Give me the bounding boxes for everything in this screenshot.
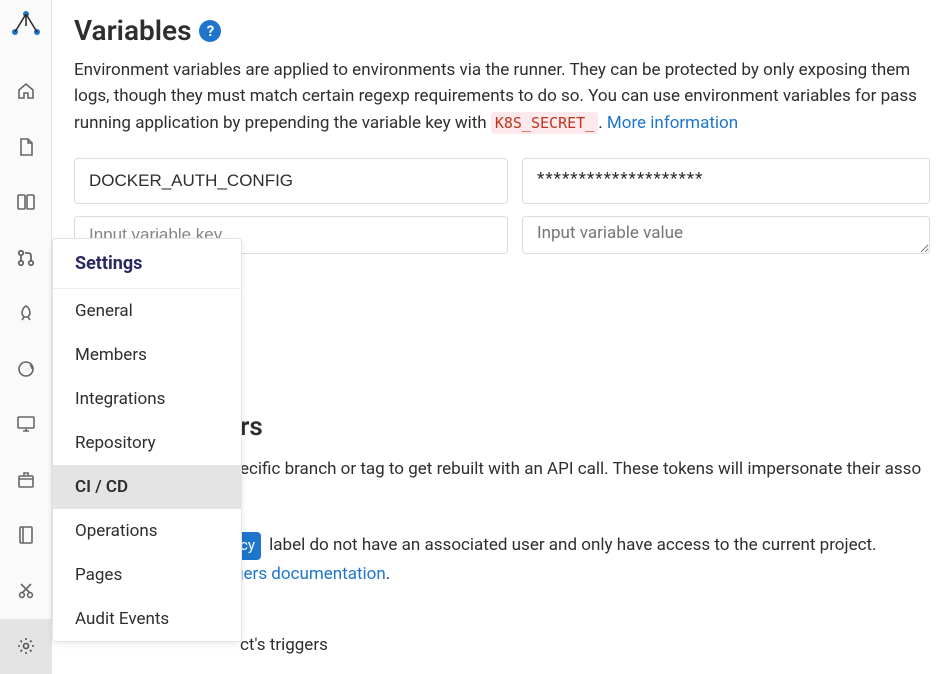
variables-heading: Variables ?: [74, 14, 938, 47]
flyout-item-integrations[interactable]: Integrations: [53, 377, 241, 421]
flyout-item-audit-events[interactable]: Audit Events: [53, 597, 241, 641]
flyout-item-repository[interactable]: Repository: [53, 421, 241, 465]
flyout-item-operations[interactable]: Operations: [53, 509, 241, 553]
home-icon[interactable]: [0, 64, 52, 119]
settings-icon[interactable]: [0, 619, 52, 674]
flyout-item-members[interactable]: Members: [53, 333, 241, 377]
help-icon[interactable]: ?: [199, 20, 221, 42]
flyout-title[interactable]: Settings: [53, 239, 241, 289]
variables-description: Environment variables are applied to env…: [74, 57, 938, 136]
flyout-item-ci-cd[interactable]: CI / CD: [53, 465, 241, 509]
para2-line1: label do not have an associated user and…: [265, 535, 877, 555]
wiki-icon[interactable]: [0, 508, 52, 563]
triggers-doc-link[interactable]: gers documentation: [234, 564, 386, 584]
desc-post: .: [598, 113, 607, 133]
variables-heading-text: Variables: [74, 14, 191, 47]
settings-flyout: Settings General Members Integrations Re…: [52, 238, 242, 642]
variable-value-masked[interactable]: ********************: [522, 158, 930, 204]
panels-icon[interactable]: [0, 175, 52, 230]
ci-icon[interactable]: [0, 341, 52, 396]
snippets-icon[interactable]: [0, 563, 52, 618]
flyout-item-pages[interactable]: Pages: [53, 553, 241, 597]
flyout-item-general[interactable]: General: [53, 289, 241, 333]
project-logo-icon[interactable]: [8, 6, 44, 42]
monitor-icon[interactable]: [0, 397, 52, 452]
package-icon[interactable]: [0, 452, 52, 507]
merge-request-icon[interactable]: [0, 230, 52, 285]
more-info-link[interactable]: More information: [607, 113, 738, 133]
variable-key-input[interactable]: [74, 158, 508, 204]
new-variable-value-input[interactable]: [522, 216, 930, 254]
variable-row: ********************: [74, 158, 938, 204]
rocket-icon[interactable]: [0, 286, 52, 341]
secret-prefix-code: K8S_SECRET_: [491, 112, 598, 134]
para2-dot: .: [386, 564, 390, 584]
file-icon[interactable]: [0, 119, 52, 174]
icon-sidebar: [0, 0, 52, 674]
